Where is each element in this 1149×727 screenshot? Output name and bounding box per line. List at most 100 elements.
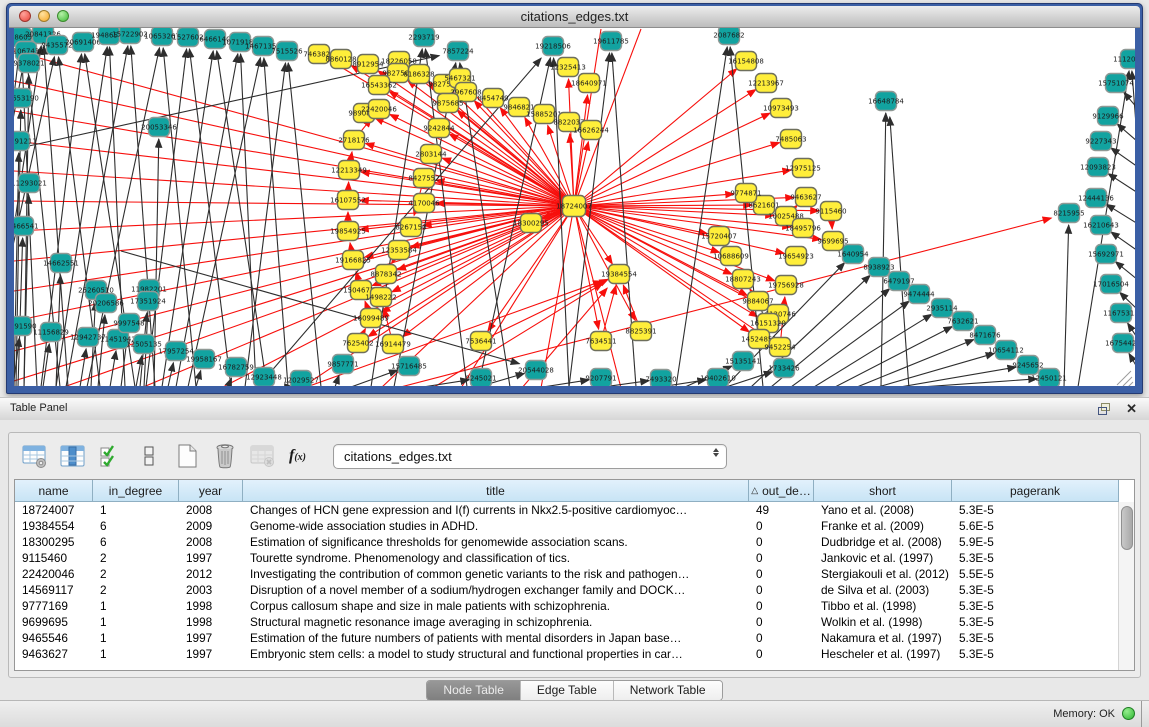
network-node[interactable]: 7857224 xyxy=(442,42,474,61)
network-node[interactable]: 17016504 xyxy=(1093,275,1129,294)
network-node[interactable]: 12029527 xyxy=(283,371,319,387)
network-node[interactable]: 16754421 xyxy=(1105,334,1135,353)
network-node[interactable]: 12093823 xyxy=(1080,158,1116,177)
network-node[interactable]: 10973493 xyxy=(763,99,799,118)
network-node[interactable]: 16107552 xyxy=(330,191,366,210)
network-node[interactable]: 7493320 xyxy=(645,370,676,387)
network-node[interactable]: 15751074 xyxy=(1098,74,1134,93)
network-node[interactable]: 19654923 xyxy=(778,247,814,266)
node-label: 9115460 xyxy=(815,207,846,215)
network-node[interactable]: 16648784 xyxy=(868,92,904,111)
table-cell: 1 xyxy=(93,630,179,646)
network-node[interactable]: 20544028 xyxy=(518,361,554,380)
tab-edge-table[interactable]: Edge Table xyxy=(521,681,614,700)
network-node[interactable]: 8912954 xyxy=(352,55,384,74)
table-row[interactable]: 946554611997Estimation of the future num… xyxy=(15,630,1119,646)
network-node[interactable]: 19218506 xyxy=(535,37,571,56)
column-header-in_degree[interactable]: in_degree xyxy=(93,480,179,502)
node-label: 16099489 xyxy=(353,314,389,322)
network-node[interactable]: 9245021 xyxy=(465,369,496,387)
new-table-icon[interactable] xyxy=(173,443,200,470)
network-node[interactable]: 16914479 xyxy=(375,335,411,354)
network-node[interactable]: 16154808 xyxy=(728,52,764,71)
table-row[interactable]: 1872400712008Changes of HCN gene express… xyxy=(15,502,1119,518)
table-row[interactable]: 1938455462009Genome-wide association stu… xyxy=(15,518,1119,534)
network-node[interactable]: 19854925 xyxy=(330,222,366,241)
network-node[interactable]: 9129966 xyxy=(1092,107,1124,126)
network-node[interactable]: 8267150 xyxy=(395,218,426,237)
network-view[interactable]: 9686050208413261106743894355722069140619… xyxy=(14,28,1135,386)
network-node[interactable]: 12325413 xyxy=(550,58,586,77)
network-node[interactable]: 11293021 xyxy=(14,174,47,193)
network-node[interactable]: 2718176 xyxy=(338,131,370,150)
select-rows-icon[interactable] xyxy=(97,443,124,470)
network-node[interactable]: 17351924 xyxy=(130,292,166,311)
network-node[interactable]: 9463627 xyxy=(790,188,821,207)
tab-network-table[interactable]: Network Table xyxy=(614,681,722,700)
table-selector-dropdown[interactable]: citations_edges.txt xyxy=(333,444,727,469)
network-node[interactable]: 11675315 xyxy=(1103,304,1135,323)
network-node[interactable]: 9466541 xyxy=(14,217,39,236)
table-cell: Yano et al. (2008) xyxy=(814,502,952,518)
scrollbar-thumb[interactable] xyxy=(1121,506,1133,550)
function-builder-icon[interactable]: f(x) xyxy=(289,447,306,465)
network-node[interactable]: 12444136 xyxy=(1078,189,1114,208)
network-node[interactable]: 20653190 xyxy=(14,89,39,108)
float-panel-icon[interactable] xyxy=(1097,402,1112,416)
table-row[interactable]: 977716911998Corpus callosum shape and si… xyxy=(15,598,1119,614)
network-node[interactable]: 18640971 xyxy=(571,74,607,93)
network-node[interactable]: 18807243 xyxy=(725,270,761,289)
network-node[interactable]: 9857771 xyxy=(327,355,358,374)
column-header-name[interactable]: name xyxy=(15,480,93,502)
table-row[interactable]: 946362711997Embryonic stem cells: a mode… xyxy=(15,646,1119,662)
table-cell: 6 xyxy=(93,534,179,550)
network-window[interactable]: citations_edges.txt 96860502084132611067… xyxy=(6,3,1143,394)
canvas-resize-grip[interactable] xyxy=(1117,371,1131,385)
network-node[interactable]: 1733426 xyxy=(768,359,800,378)
network-node[interactable]: 16210643 xyxy=(1083,216,1119,235)
network-node[interactable]: 7634511 xyxy=(585,332,616,351)
network-node[interactable]: 9207791 xyxy=(585,369,616,387)
network-node[interactable]: 9115460 xyxy=(815,202,846,221)
network-node[interactable]: 8215955 xyxy=(1053,204,1084,223)
column-settings-icon[interactable] xyxy=(21,443,48,470)
table-row[interactable]: 1830029562008Estimation of significance … xyxy=(15,534,1119,550)
table-row[interactable]: 1456911722003Disruption of a novel membe… xyxy=(15,582,1119,598)
network-node[interactable]: 10688609 xyxy=(713,247,749,266)
network-node[interactable]: 10391211 xyxy=(14,132,37,151)
network-node[interactable]: 2087682 xyxy=(713,28,744,45)
network-node[interactable]: 7485063 xyxy=(775,130,806,149)
table-row[interactable]: 911546021997Tourette syndrome. Phenomeno… xyxy=(15,550,1119,566)
network-node[interactable]: 12975125 xyxy=(785,159,821,178)
delete-table-icon[interactable] xyxy=(211,443,238,470)
column-header-out_de[interactable]: △out_de… xyxy=(749,480,814,502)
column-header-title[interactable]: title xyxy=(243,480,749,502)
network-node[interactable]: 8825391 xyxy=(625,322,656,341)
canvas-resize-grip[interactable] xyxy=(1128,382,1133,386)
tab-node-table[interactable]: Node Table xyxy=(427,681,521,700)
network-node[interactable]: 15135141 xyxy=(725,352,761,371)
network-node[interactable]: 15720407 xyxy=(701,227,737,246)
network-node[interactable]: 9227343 xyxy=(1085,132,1116,151)
network-node[interactable]: 12213349 xyxy=(331,161,367,180)
toggle-columns-icon[interactable] xyxy=(59,443,86,470)
network-node[interactable]: 12213967 xyxy=(748,74,784,93)
network-window-titlebar[interactable]: citations_edges.txt xyxy=(9,6,1140,28)
table-row[interactable]: 969969511998Structural magnetic resonanc… xyxy=(15,614,1119,630)
column-header-pagerank[interactable]: pagerank xyxy=(952,480,1119,502)
row-height-icon[interactable] xyxy=(135,443,162,470)
network-node[interactable]: 15692971 xyxy=(1088,245,1124,264)
table-vertical-scrollbar[interactable] xyxy=(1118,502,1134,670)
memory-ok-indicator-icon[interactable] xyxy=(1122,707,1135,720)
table-row[interactable]: 2242004622012Investigating the contribut… xyxy=(15,566,1119,582)
close-panel-icon[interactable]: ✕ xyxy=(1126,401,1137,416)
network-node[interactable]: 19756928 xyxy=(768,276,804,295)
column-header-year[interactable]: year xyxy=(179,480,243,502)
network-canvas[interactable]: 9686050208413261106743894355722069140619… xyxy=(14,28,1135,386)
node-label: 10654112 xyxy=(988,346,1024,354)
network-node[interactable]: 7536441 xyxy=(465,332,496,351)
column-header-short[interactable]: short xyxy=(814,480,952,502)
network-node[interactable]: 2293719 xyxy=(408,28,439,47)
network-node[interactable]: 11120754 xyxy=(1113,50,1135,69)
network-node[interactable]: 10402610 xyxy=(700,369,736,387)
